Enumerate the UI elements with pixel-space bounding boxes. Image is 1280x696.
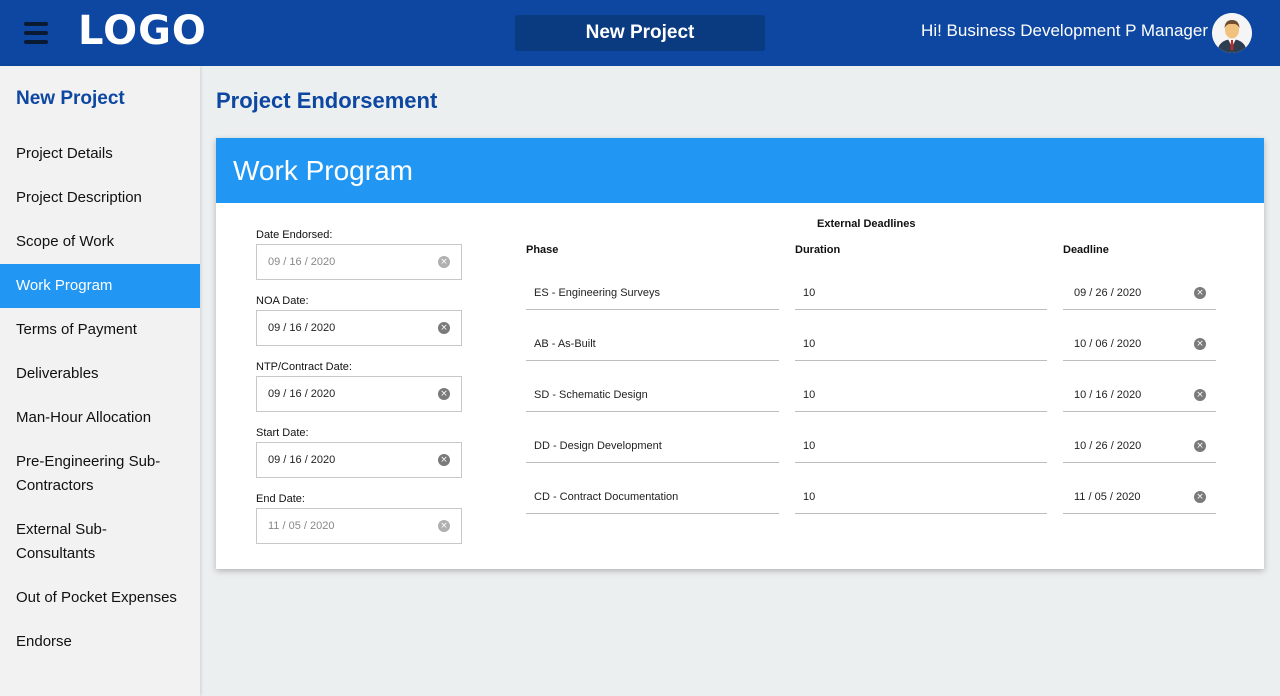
sidebar-item-out-of-pocket[interactable]: Out of Pocket Expenses (0, 576, 200, 620)
phase-field[interactable]: DD - Design Development (526, 429, 779, 463)
sidebar-item-work-program[interactable]: Work Program (0, 264, 200, 308)
duration-field[interactable]: 10 (795, 480, 1047, 514)
deadline-field[interactable]: 10 / 06 / 2020 × (1063, 327, 1216, 361)
sidebar-item-pre-engineering[interactable]: Pre-Engineering Sub-Contractors (0, 440, 200, 508)
user-greeting: Hi! Business Development P Manager (921, 21, 1208, 40)
clear-icon[interactable]: × (438, 520, 450, 532)
deadline-field[interactable]: 09 / 26 / 2020 × (1063, 276, 1216, 310)
user-avatar[interactable] (1212, 13, 1252, 53)
noa-date-value: 09 / 16 / 2020 (268, 322, 336, 334)
column-header-duration: Duration (795, 244, 841, 256)
sidebar-nav: Project Details Project Description Scop… (0, 132, 200, 664)
external-deadlines-title: External Deadlines (817, 218, 916, 230)
end-date-value: 11 / 05 / 2020 (268, 520, 335, 532)
noa-date-group: NOA Date: 09 / 16 / 2020 × (256, 295, 462, 346)
sidebar-item-scope-of-work[interactable]: Scope of Work (0, 220, 200, 264)
sidebar-item-endorse[interactable]: Endorse (0, 620, 200, 664)
end-date-group: End Date: 11 / 05 / 2020 × (256, 493, 462, 544)
clear-icon[interactable]: × (438, 454, 450, 466)
noa-date-label: NOA Date: (256, 295, 309, 307)
duration-field[interactable]: 10 (795, 429, 1047, 463)
clear-icon[interactable]: × (1194, 287, 1206, 299)
deadline-field[interactable]: 10 / 16 / 2020 × (1063, 378, 1216, 412)
clear-icon[interactable]: × (1194, 338, 1206, 350)
avatar-icon (1212, 13, 1252, 53)
clear-icon[interactable]: × (438, 256, 450, 268)
deadline-value: 10 / 26 / 2020 (1074, 439, 1142, 452)
clear-icon[interactable]: × (438, 388, 450, 400)
column-header-phase: Phase (526, 244, 559, 256)
card-title: Work Program (216, 138, 1264, 203)
ntp-date-field[interactable]: 09 / 16 / 2020 × (256, 376, 462, 412)
sidebar-item-deliverables[interactable]: Deliverables (0, 352, 200, 396)
phase-field[interactable]: AB - As-Built (526, 327, 779, 361)
date-endorsed-value: 09 / 16 / 2020 (268, 256, 336, 268)
ntp-date-group: NTP/Contract Date: 09 / 16 / 2020 × (256, 361, 462, 412)
page-title: Project Endorsement (216, 88, 438, 113)
work-program-card: Work Program Date Endorsed: 09 / 16 / 20… (216, 138, 1264, 569)
end-date-field[interactable]: 11 / 05 / 2020 × (256, 508, 462, 544)
end-date-label: End Date: (256, 493, 305, 505)
sidebar-item-terms-of-payment[interactable]: Terms of Payment (0, 308, 200, 352)
phase-field[interactable]: CD - Contract Documentation (526, 480, 779, 514)
start-date-field[interactable]: 09 / 16 / 2020 × (256, 442, 462, 478)
deadline-value: 11 / 05 / 2020 (1074, 490, 1141, 503)
deadline-value: 10 / 16 / 2020 (1074, 388, 1142, 401)
deadline-field[interactable]: 10 / 26 / 2020 × (1063, 429, 1216, 463)
clear-icon[interactable]: × (1194, 389, 1206, 401)
sidebar: New Project Project Details Project Desc… (0, 66, 200, 696)
duration-field[interactable]: 10 (795, 327, 1047, 361)
start-date-label: Start Date: (256, 427, 309, 439)
sidebar-item-project-details[interactable]: Project Details (0, 132, 200, 176)
date-endorsed-group: Date Endorsed: 09 / 16 / 2020 × (256, 229, 462, 280)
duration-field[interactable]: 10 (795, 276, 1047, 310)
ntp-date-label: NTP/Contract Date: (256, 361, 352, 373)
hamburger-icon[interactable] (24, 22, 48, 44)
sidebar-item-man-hour-allocation[interactable]: Man-Hour Allocation (0, 396, 200, 440)
noa-date-field[interactable]: 09 / 16 / 2020 × (256, 310, 462, 346)
deadline-field[interactable]: 11 / 05 / 2020 × (1063, 480, 1216, 514)
duration-field[interactable]: 10 (795, 378, 1047, 412)
clear-icon[interactable]: × (438, 322, 450, 334)
logo[interactable]: LOGO (78, 8, 207, 54)
start-date-value: 09 / 16 / 2020 (268, 454, 336, 466)
phase-field[interactable]: ES - Engineering Surveys (526, 276, 779, 310)
date-endorsed-label: Date Endorsed: (256, 229, 333, 241)
top-header: LOGO New Project Hi! Business Developmen… (0, 0, 1280, 66)
phase-field[interactable]: SD - Schematic Design (526, 378, 779, 412)
date-endorsed-field[interactable]: 09 / 16 / 2020 × (256, 244, 462, 280)
column-header-deadline: Deadline (1063, 244, 1109, 256)
sidebar-item-project-description[interactable]: Project Description (0, 176, 200, 220)
ntp-date-value: 09 / 16 / 2020 (268, 388, 336, 400)
deadline-value: 10 / 06 / 2020 (1074, 337, 1142, 350)
start-date-group: Start Date: 09 / 16 / 2020 × (256, 427, 462, 478)
deadline-value: 09 / 26 / 2020 (1074, 286, 1142, 299)
clear-icon[interactable]: × (1194, 440, 1206, 452)
sidebar-item-external-sub-consultants[interactable]: External Sub-Consultants (0, 508, 200, 576)
header-title: New Project (515, 15, 765, 51)
clear-icon[interactable]: × (1194, 491, 1206, 503)
sidebar-title: New Project (16, 88, 125, 109)
